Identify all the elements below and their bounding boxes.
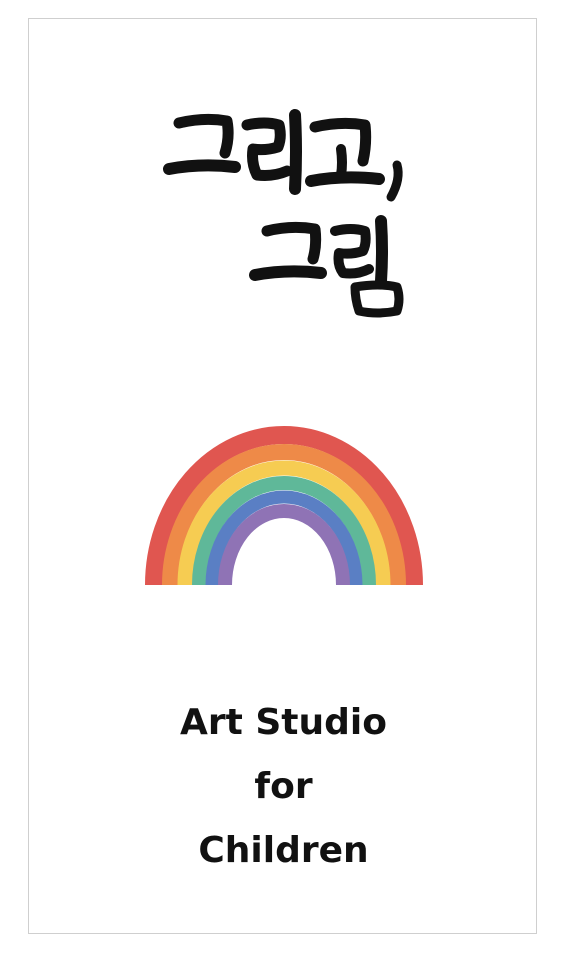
business-card: Art Studio for Children xyxy=(28,18,537,934)
brand-logo xyxy=(29,19,538,319)
tagline-line-3: Children xyxy=(198,830,369,871)
tagline-line-1: Art Studio xyxy=(180,702,387,743)
rainbow-illustration xyxy=(145,426,423,586)
brush-lettering-logo xyxy=(163,109,404,318)
tagline-line-2: for xyxy=(254,766,313,807)
studio-tagline: Art Studio for Children xyxy=(29,691,538,883)
